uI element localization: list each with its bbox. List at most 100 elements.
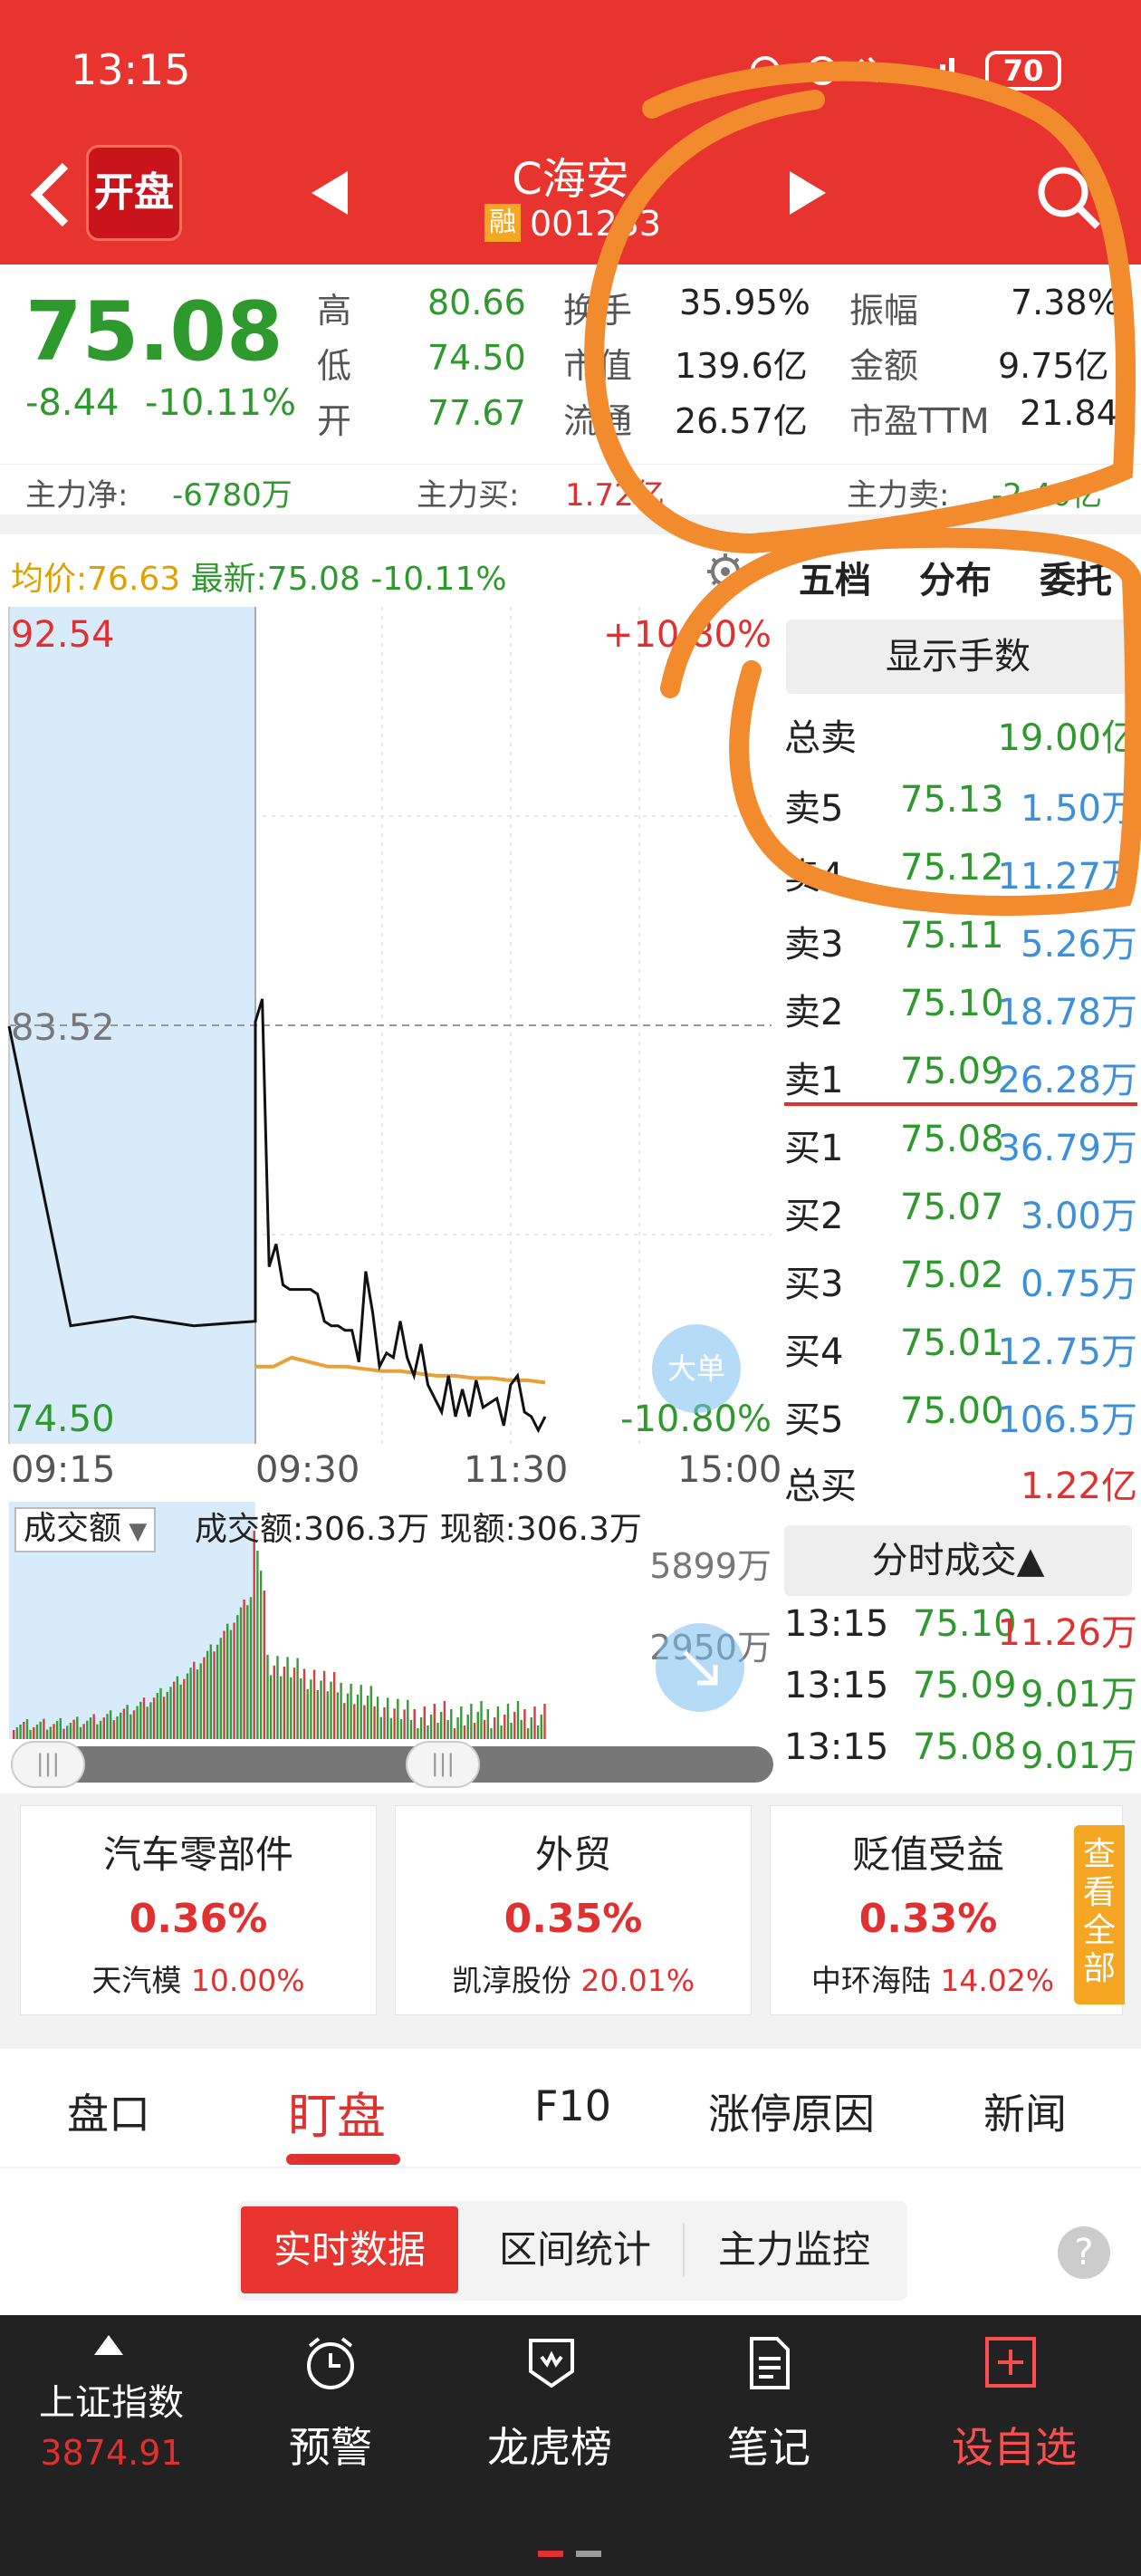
bid-price: 75.02	[900, 1254, 1004, 1296]
tab-f10[interactable]: F10	[534, 2081, 611, 2130]
see-all-button[interactable]: 查看全部	[1074, 1825, 1125, 2004]
ask-level: 卖4	[784, 856, 844, 898]
ask-level: 卖1	[784, 1060, 844, 1101]
subtab-interval[interactable]: 区间统计	[471, 2206, 679, 2293]
sector-card[interactable]: 汽车零部件 0.36% 天汽模 10.00%	[20, 1805, 377, 2015]
volume-bar	[353, 1704, 356, 1739]
volume-bar	[536, 1725, 540, 1739]
help-icon[interactable]: ?	[1058, 2226, 1110, 2279]
show-lots-button[interactable]: 显示手数	[786, 620, 1130, 694]
sector-leader: 中环海陆	[810, 1963, 931, 1998]
volume-bar	[510, 1723, 513, 1739]
volume-bar	[162, 1697, 166, 1739]
open-market-badge[interactable]: 开盘	[86, 145, 182, 241]
bid-price: 75.08	[900, 1119, 1004, 1160]
tab-news[interactable]: 新闻	[983, 2081, 1067, 2141]
volume-bar	[59, 1717, 62, 1739]
ask-level: 卖5	[784, 788, 844, 830]
notes-button[interactable]: 笔记	[701, 2415, 837, 2475]
tab-five-levels[interactable]: 五档	[799, 551, 871, 603]
ask-row: 卖1 75.09 26.28万	[784, 1038, 1137, 1106]
volume-bar	[146, 1706, 149, 1739]
volume-bar	[35, 1724, 39, 1739]
ask-price: 75.09	[900, 1051, 1004, 1092]
sector-card[interactable]: 外贸 0.35% 凯淳股份 20.01%	[395, 1805, 752, 2015]
tick-price: 75.08	[913, 1726, 1017, 1768]
subtab-main-force[interactable]: 主力监控	[690, 2206, 898, 2293]
intraday-chart[interactable]: 92.54 83.52 74.50 +10.80% -10.80%	[0, 607, 779, 1449]
volume-current: 现额:306.3万	[439, 1511, 642, 1548]
sector-pct: 0.36%	[129, 1896, 268, 1942]
prev-stock-icon[interactable]	[308, 168, 353, 222]
volume-bar	[136, 1706, 139, 1739]
avg-price: 均价:76.63	[11, 561, 181, 598]
volume-bar	[142, 1697, 146, 1739]
volume-bar	[373, 1706, 376, 1739]
volume-bar	[129, 1714, 132, 1739]
triangle-up-icon	[92, 2333, 125, 2360]
total-sell-label: 总卖	[784, 717, 857, 759]
latest-price: 最新:75.08	[190, 561, 360, 598]
volume-bar	[473, 1723, 476, 1739]
battery-icon: 70	[985, 51, 1061, 91]
big-order-button[interactable]: 大单	[652, 1324, 741, 1413]
alert-button[interactable]: 预警	[263, 2415, 398, 2475]
stat-pe-label: 市盈TTM	[849, 401, 990, 441]
bid-row: 买4 75.01 12.75万	[784, 1310, 1137, 1378]
tab-indicator	[286, 2154, 400, 2165]
sector-card[interactable]: 贬值受益 0.33% 中环海陆 14.02%	[770, 1805, 1123, 2015]
volume-bar	[330, 1681, 332, 1739]
volume-bar	[356, 1694, 360, 1739]
tab-order-book[interactable]: 盘口	[67, 2081, 150, 2141]
tab-limit-up-reason[interactable]: 涨停原因	[708, 2081, 875, 2141]
volume-bar	[69, 1723, 72, 1739]
bid-level: 买1	[784, 1128, 844, 1169]
range-handle-left[interactable]: |||	[11, 1741, 85, 1788]
tab-distribution[interactable]: 分布	[919, 551, 992, 603]
ask-level: 卖2	[784, 992, 844, 1033]
expand-arrow-icon[interactable]	[656, 1623, 744, 1712]
add-watchlist-button[interactable]: 设自选	[933, 2415, 1096, 2475]
tab-orders[interactable]: 委托	[1040, 551, 1112, 603]
stat-high: 80.66	[427, 283, 526, 322]
volume-bar	[543, 1704, 546, 1739]
volume-bar	[486, 1709, 489, 1739]
ask-price: 75.10	[900, 983, 1004, 1024]
volume-bar	[523, 1709, 526, 1739]
volume-bar	[49, 1726, 52, 1739]
sector-leader: 凯淳股份	[451, 1963, 571, 1998]
volume-bar	[397, 1698, 399, 1739]
main-sell-label: 主力卖:	[847, 477, 950, 514]
range-handle-right[interactable]: |||	[406, 1741, 480, 1788]
tick-time: 13:15	[784, 1603, 889, 1645]
next-stock-icon[interactable]	[784, 168, 829, 222]
dragon-tiger-button[interactable]: 龙虎榜	[473, 2415, 627, 2475]
chart-settings-icon[interactable]	[705, 551, 746, 596]
volume-bar	[526, 1728, 530, 1739]
tick-trades-button[interactable]: 分时成交▲	[784, 1525, 1132, 1596]
tab-watch[interactable]: 盯盘	[288, 2076, 386, 2148]
chart-range-scrollbar[interactable]: ||| |||	[11, 1741, 773, 1788]
volume-bar	[159, 1687, 162, 1739]
search-icon[interactable]	[1032, 161, 1105, 237]
volume-type-select[interactable]: 成交额 ▼	[14, 1507, 157, 1552]
main-force-row: 主力净: -6780万 主力买: 1.72亿 主力卖: -2.40亿	[0, 464, 1141, 514]
subtab-realtime[interactable]: 实时数据	[241, 2206, 458, 2293]
ask-price: 75.12	[900, 847, 1004, 889]
index-name[interactable]: 上证指数	[34, 2373, 188, 2426]
volume-bar	[306, 1688, 309, 1739]
tick-time: 13:15	[784, 1726, 889, 1768]
bid-row: 买3 75.02 0.75万	[784, 1242, 1137, 1310]
ask-volume: 18.78万	[997, 992, 1137, 1033]
stat-turnover: 35.95%	[679, 283, 810, 322]
volume-bar	[19, 1725, 22, 1739]
back-icon[interactable]	[27, 159, 72, 231]
volume-bar	[179, 1684, 182, 1739]
bottom-toolbar: 上证指数 3874.91 预警 龙虎榜 笔记 设自选	[0, 2315, 1141, 2576]
time-label-0930: 09:30	[255, 1449, 360, 1491]
volume-bar	[203, 1657, 206, 1739]
bid-row: 买2 75.07 3.00万	[784, 1174, 1137, 1242]
stat-open-label: 开	[317, 401, 352, 441]
volume-bar	[45, 1729, 49, 1739]
volume-bar	[196, 1669, 199, 1739]
